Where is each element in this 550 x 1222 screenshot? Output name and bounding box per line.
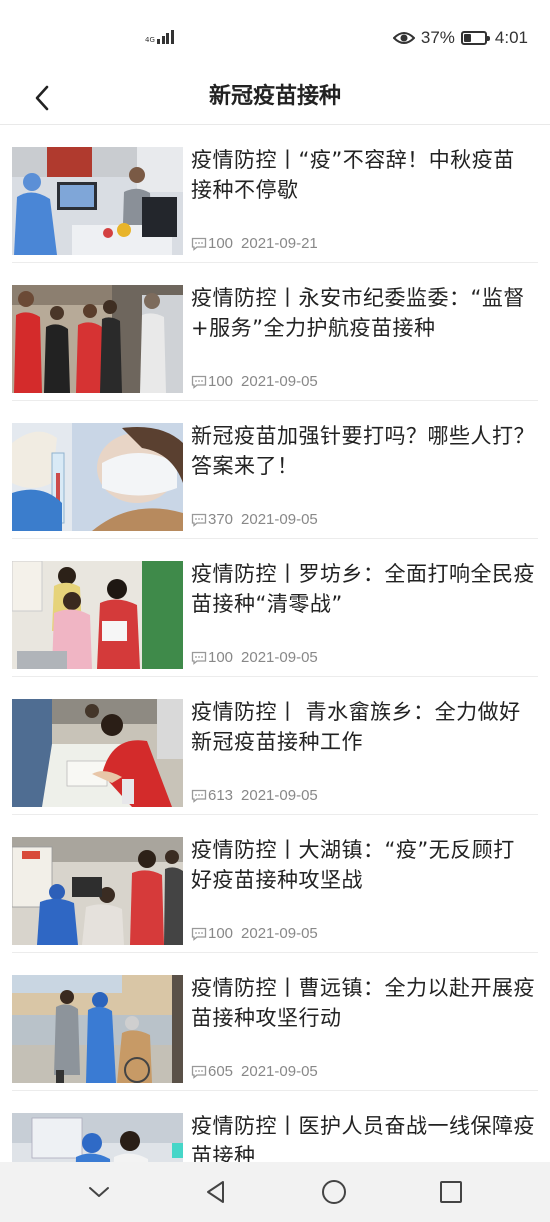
article-meta: 605 2021-09-05 <box>191 1063 318 1080</box>
publish-date: 2021-09-05 <box>241 1063 318 1080</box>
comment-icon <box>191 651 207 665</box>
article-thumbnail <box>12 285 183 393</box>
list-item[interactable]: 疫情防控丨 青水畲族乡：全力做好新冠疫苗接种工作 613 2021-09-05 <box>12 677 538 815</box>
publish-date: 2021-09-05 <box>241 511 318 528</box>
signal-icon: 4G <box>145 30 174 44</box>
article-title[interactable]: 疫情防控丨大湖镇：“疫”无反顾打好疫苗接种攻坚战 <box>191 835 536 895</box>
comment-icon <box>191 927 207 941</box>
list-item[interactable]: 疫情防控丨医护人员奋战一线保障疫苗接种 <box>12 1091 538 1162</box>
comment-count: 100 <box>208 925 234 942</box>
eye-icon <box>392 32 415 44</box>
publish-date: 2021-09-05 <box>241 787 318 804</box>
article-title[interactable]: 疫情防控丨罗坊乡：全面打响全民疫苗接种“清零战” <box>191 559 536 619</box>
article-title[interactable]: 新冠疫苗加强针要打吗？哪些人打？答案来了！ <box>191 421 536 481</box>
home-circle-icon <box>321 1180 346 1204</box>
battery-percent: 37% <box>420 28 455 47</box>
list-item[interactable]: 新冠疫苗加强针要打吗？哪些人打？答案来了！ 370 2021-09-05 <box>12 401 538 539</box>
chevron-down-icon <box>88 1187 109 1197</box>
publish-date: 2021-09-05 <box>241 373 318 390</box>
comment-icon <box>191 789 207 803</box>
comment-count: 613 <box>208 787 234 804</box>
publish-date: 2021-09-05 <box>241 649 318 666</box>
article-list[interactable]: 疫情防控丨“疫”不容辞！中秋疫苗接种不停歇 100 2021-09-21 疫情防… <box>0 125 550 1162</box>
article-title[interactable]: 疫情防控丨医护人员奋战一线保障疫苗接种 <box>191 1111 536 1162</box>
article-meta: 613 2021-09-05 <box>191 787 318 804</box>
comment-count: 605 <box>208 1063 234 1080</box>
publish-date: 2021-09-05 <box>241 925 318 942</box>
system-back-button[interactable] <box>192 1168 240 1216</box>
home-button[interactable] <box>310 1168 358 1216</box>
article-thumbnail <box>12 561 183 669</box>
battery-icon <box>460 31 490 45</box>
comment-count: 370 <box>208 511 234 528</box>
status-right: 37% 4:01 <box>392 28 528 48</box>
comment-icon <box>191 375 207 389</box>
article-thumbnail <box>12 699 183 807</box>
comment-icon <box>191 1065 207 1079</box>
system-nav-bar <box>0 1162 550 1222</box>
network-type: 4G <box>145 36 155 44</box>
list-item[interactable]: 疫情防控丨罗坊乡：全面打响全民疫苗接种“清零战” 100 2021-09-05 <box>12 539 538 677</box>
article-meta: 370 2021-09-05 <box>191 511 318 528</box>
recents-square-icon <box>440 1181 463 1203</box>
page-title: 新冠疫苗接种 <box>208 84 341 109</box>
comment-count: 100 <box>208 373 234 390</box>
comment-count: 100 <box>208 649 234 666</box>
collapse-button[interactable] <box>75 1168 123 1216</box>
recents-button[interactable] <box>427 1168 475 1216</box>
back-triangle-icon <box>207 1181 225 1203</box>
list-item[interactable]: 疫情防控丨“疫”不容辞！中秋疫苗接种不停歇 100 2021-09-21 <box>12 125 538 263</box>
article-title[interactable]: 疫情防控丨“疫”不容辞！中秋疫苗接种不停歇 <box>191 145 536 205</box>
article-thumbnail <box>12 423 183 531</box>
header: 新冠疫苗接种 <box>0 70 550 125</box>
list-item[interactable]: 疫情防控丨永安市纪委监委：“监督+服务”全力护航疫苗接种 100 2021-09… <box>12 263 538 401</box>
article-meta: 100 2021-09-05 <box>191 649 318 666</box>
article-thumbnail <box>12 147 183 255</box>
article-meta: 100 2021-09-05 <box>191 925 318 942</box>
article-thumbnail <box>12 1113 183 1162</box>
article-meta: 100 2021-09-21 <box>191 235 318 252</box>
article-title[interactable]: 疫情防控丨永安市纪委监委：“监督+服务”全力护航疫苗接种 <box>191 283 536 343</box>
list-item[interactable]: 疫情防控丨曹远镇：全力以赴开展疫苗接种攻坚行动 605 2021-09-05 <box>12 953 538 1091</box>
article-thumbnail <box>12 975 183 1083</box>
article-title[interactable]: 疫情防控丨曹远镇：全力以赴开展疫苗接种攻坚行动 <box>191 973 536 1033</box>
article-title[interactable]: 疫情防控丨 青水畲族乡：全力做好新冠疫苗接种工作 <box>191 697 536 757</box>
list-item[interactable]: 疫情防控丨大湖镇：“疫”无反顾打好疫苗接种攻坚战 100 2021-09-05 <box>12 815 538 953</box>
comment-icon <box>191 237 207 251</box>
status-bar: 4G 37% 4:01 <box>0 0 550 70</box>
clock: 4:01 <box>494 28 528 47</box>
comment-icon <box>191 513 207 527</box>
article-meta: 100 2021-09-05 <box>191 373 318 390</box>
comment-count: 100 <box>208 235 234 252</box>
article-thumbnail <box>12 837 183 945</box>
publish-date: 2021-09-21 <box>241 235 318 252</box>
